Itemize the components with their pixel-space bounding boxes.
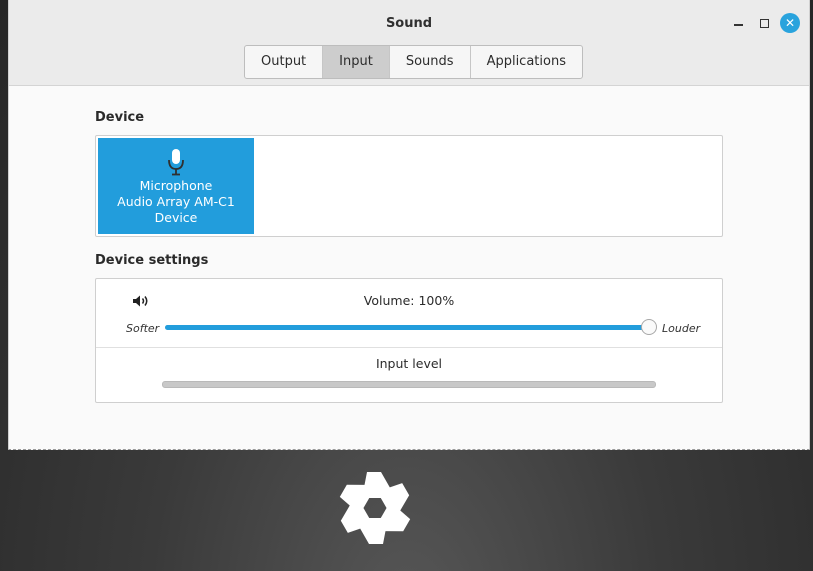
tab-applications[interactable]: Applications: [471, 46, 582, 78]
device-name-line3: Device: [154, 210, 198, 225]
device-list: Microphone Audio Array AM-C1 Device: [95, 135, 723, 237]
microphone-icon: [98, 148, 254, 178]
maximize-icon: [759, 18, 769, 28]
volume-label: Volume: 100%: [363, 293, 455, 308]
device-settings-panel: Volume: 100% Softer Louder Input level: [95, 278, 723, 403]
minimize-button[interactable]: [727, 12, 749, 34]
volume-slider[interactable]: [165, 325, 649, 330]
maximize-button[interactable]: [753, 12, 775, 34]
close-icon: ✕: [784, 16, 796, 30]
device-name-line2: Audio Array AM-C1: [117, 194, 235, 209]
tab-input[interactable]: Input: [323, 46, 390, 78]
divider: [96, 347, 722, 348]
tab-bar: Output Input Sounds Applications: [244, 45, 583, 79]
window-title: Sound: [385, 16, 433, 31]
tab-output[interactable]: Output: [245, 46, 324, 78]
device-item-microphone[interactable]: Microphone Audio Array AM-C1 Device: [98, 138, 254, 234]
device-heading: Device: [95, 110, 145, 125]
device-settings-heading: Device settings: [95, 253, 209, 268]
device-name-line1: Microphone: [139, 178, 213, 193]
tab-sounds[interactable]: Sounds: [390, 46, 471, 78]
louder-label: Louder: [662, 322, 701, 335]
sound-window: Sound ✕ Output Input Sounds Applications…: [8, 0, 810, 450]
input-level-label: Input level: [375, 356, 443, 371]
volume-slider-handle[interactable]: [641, 319, 657, 335]
softer-label: Softer: [126, 322, 160, 335]
volume-slider-fill: [165, 325, 649, 330]
close-button[interactable]: ✕: [780, 13, 800, 33]
header-bar: Sound ✕ Output Input Sounds Applications: [9, 0, 809, 86]
input-level-meter: [162, 381, 656, 388]
nixos-logo-icon: [320, 460, 430, 560]
minimize-icon: [733, 24, 743, 26]
